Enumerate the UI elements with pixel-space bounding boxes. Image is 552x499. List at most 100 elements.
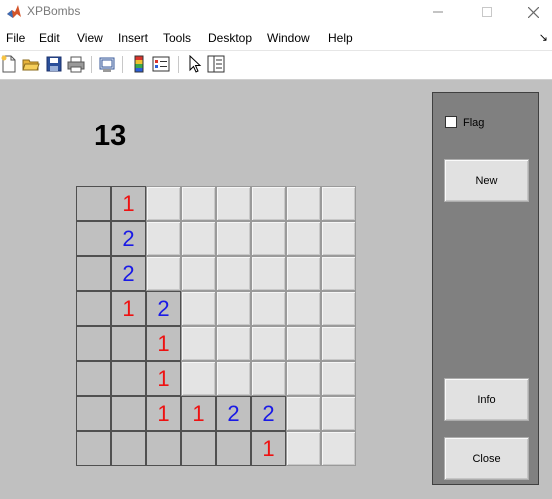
revealed-cell[interactable] — [111, 396, 146, 431]
unrevealed-cell[interactable] — [181, 291, 216, 326]
revealed-cell[interactable] — [76, 361, 111, 396]
revealed-cell[interactable] — [76, 326, 111, 361]
cell-number: 1 — [192, 400, 205, 426]
unrevealed-cell[interactable] — [321, 186, 356, 221]
revealed-cell[interactable] — [146, 431, 181, 466]
print-icon[interactable] — [67, 55, 85, 73]
unrevealed-cell[interactable] — [321, 431, 356, 466]
unrevealed-cell[interactable] — [216, 361, 251, 396]
revealed-cell[interactable]: 2 — [251, 396, 286, 431]
close-window-button[interactable] — [510, 0, 552, 24]
unrevealed-cell[interactable] — [251, 361, 286, 396]
unrevealed-cell[interactable] — [321, 256, 356, 291]
unrevealed-cell[interactable] — [286, 361, 321, 396]
revealed-cell[interactable] — [76, 221, 111, 256]
menu-window[interactable]: Window — [267, 31, 310, 45]
toolbar-separator — [91, 56, 92, 73]
unrevealed-cell[interactable] — [216, 291, 251, 326]
unrevealed-cell[interactable] — [251, 256, 286, 291]
menu-insert[interactable]: Insert — [118, 31, 148, 45]
toolbar — [0, 50, 552, 80]
cell-number: 1 — [157, 330, 170, 356]
open-file-icon[interactable] — [22, 55, 40, 73]
unrevealed-cell[interactable] — [286, 256, 321, 291]
unrevealed-cell[interactable] — [251, 326, 286, 361]
unrevealed-cell[interactable] — [286, 326, 321, 361]
unrevealed-cell[interactable] — [286, 291, 321, 326]
minefield-board: 122121111221 — [76, 186, 356, 466]
unrevealed-cell[interactable] — [286, 186, 321, 221]
menu-desktop[interactable]: Desktop — [208, 31, 252, 45]
unrevealed-cell[interactable] — [181, 326, 216, 361]
unrevealed-cell[interactable] — [321, 291, 356, 326]
unrevealed-cell[interactable] — [146, 186, 181, 221]
unrevealed-cell[interactable] — [216, 326, 251, 361]
menu-dock-arrow-icon[interactable]: ↘ — [539, 31, 548, 44]
unrevealed-cell[interactable] — [321, 396, 356, 431]
legend-icon[interactable] — [152, 55, 170, 73]
unrevealed-cell[interactable] — [181, 256, 216, 291]
unrevealed-cell[interactable] — [216, 256, 251, 291]
unrevealed-cell[interactable] — [251, 186, 286, 221]
revealed-cell[interactable] — [111, 361, 146, 396]
unrevealed-cell[interactable] — [181, 361, 216, 396]
close-icon — [527, 6, 539, 18]
revealed-cell[interactable] — [111, 431, 146, 466]
flag-checkbox[interactable] — [445, 116, 457, 128]
revealed-cell[interactable] — [76, 431, 111, 466]
property-inspector-icon[interactable] — [207, 55, 225, 73]
unrevealed-cell[interactable] — [146, 256, 181, 291]
cell-number: 2 — [227, 400, 240, 426]
new-figure-icon[interactable] — [0, 55, 18, 73]
revealed-cell[interactable] — [111, 326, 146, 361]
revealed-cell[interactable]: 2 — [111, 256, 146, 291]
pointer-icon[interactable] — [185, 55, 203, 73]
unrevealed-cell[interactable] — [181, 221, 216, 256]
menu-file[interactable]: File — [6, 31, 25, 45]
revealed-cell[interactable] — [76, 186, 111, 221]
revealed-cell[interactable]: 1 — [146, 361, 181, 396]
save-icon[interactable] — [45, 55, 63, 73]
unrevealed-cell[interactable] — [216, 221, 251, 256]
revealed-cell[interactable]: 1 — [146, 326, 181, 361]
unrevealed-cell[interactable] — [286, 221, 321, 256]
revealed-cell[interactable] — [76, 256, 111, 291]
revealed-cell[interactable] — [76, 396, 111, 431]
maximize-button[interactable] — [464, 0, 510, 24]
print-preview-icon[interactable] — [98, 55, 116, 73]
close-button[interactable]: Close — [444, 437, 529, 480]
revealed-cell[interactable]: 2 — [216, 396, 251, 431]
revealed-cell[interactable] — [216, 431, 251, 466]
unrevealed-cell[interactable] — [286, 431, 321, 466]
revealed-cell[interactable]: 1 — [181, 396, 216, 431]
unrevealed-cell[interactable] — [181, 186, 216, 221]
revealed-cell[interactable] — [76, 291, 111, 326]
revealed-cell[interactable]: 1 — [146, 396, 181, 431]
revealed-cell[interactable] — [181, 431, 216, 466]
menu-tools[interactable]: Tools — [163, 31, 191, 45]
menu-view[interactable]: View — [77, 31, 103, 45]
unrevealed-cell[interactable] — [146, 221, 181, 256]
toolbar-separator — [122, 56, 123, 73]
unrevealed-cell[interactable] — [321, 221, 356, 256]
new-game-button[interactable]: New — [444, 159, 529, 202]
cell-number: 2 — [262, 400, 275, 426]
minimize-button[interactable] — [415, 0, 461, 24]
unrevealed-cell[interactable] — [251, 221, 286, 256]
menu-edit[interactable]: Edit — [39, 31, 60, 45]
revealed-cell[interactable]: 1 — [111, 291, 146, 326]
unrevealed-cell[interactable] — [251, 291, 286, 326]
revealed-cell[interactable]: 2 — [111, 221, 146, 256]
mine-counter: 13 — [94, 120, 127, 152]
control-panel — [432, 92, 539, 485]
revealed-cell[interactable]: 1 — [251, 431, 286, 466]
colorbar-icon[interactable] — [130, 55, 148, 73]
revealed-cell[interactable]: 2 — [146, 291, 181, 326]
unrevealed-cell[interactable] — [321, 361, 356, 396]
revealed-cell[interactable]: 1 — [111, 186, 146, 221]
unrevealed-cell[interactable] — [321, 326, 356, 361]
menu-help[interactable]: Help — [328, 31, 353, 45]
unrevealed-cell[interactable] — [286, 396, 321, 431]
unrevealed-cell[interactable] — [216, 186, 251, 221]
info-button[interactable]: Info — [444, 378, 529, 421]
